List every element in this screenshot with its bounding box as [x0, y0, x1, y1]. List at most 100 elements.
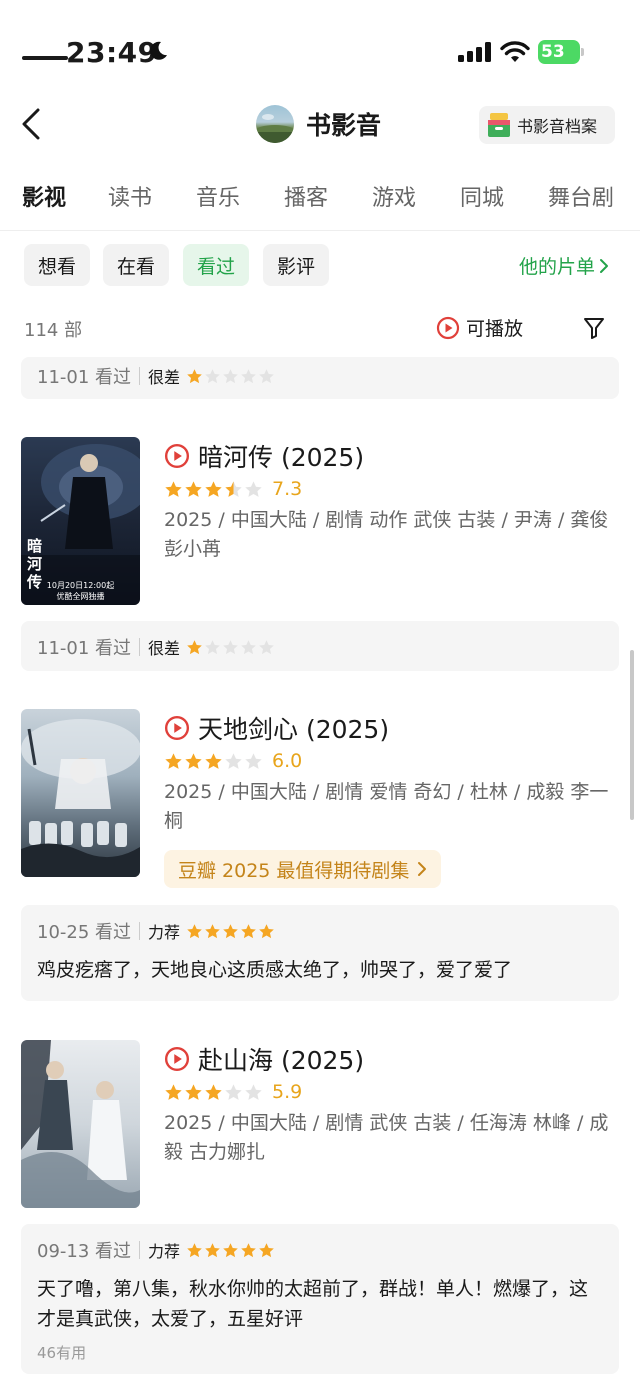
- review-box: 10-25 看过 力荐 鸡皮疙瘩了，天地良心这质感太绝了，帅哭了，爱了爱了: [21, 905, 619, 1001]
- review-header: 11-01 看过 很差: [37, 634, 276, 660]
- review-date: 09-13 看过: [37, 1241, 132, 1262]
- status-bar: 23:49 53: [0, 0, 640, 100]
- playable-filter[interactable]: 可播放: [436, 314, 523, 341]
- star-empty-icon: [205, 368, 220, 383]
- play-circle-icon: [436, 316, 460, 339]
- play-circle-icon: [164, 443, 190, 469]
- tab-books[interactable]: 读书: [108, 180, 152, 212]
- archive-box-icon: [488, 113, 510, 137]
- rating-score: 5.9: [272, 1081, 303, 1103]
- archive-button[interactable]: 书影音档案: [479, 106, 615, 144]
- star-filled-icon: [187, 639, 202, 654]
- review-header: 10-25 看过 力荐: [37, 918, 276, 944]
- review-level: 力荐: [148, 923, 181, 942]
- movie-meta: 2025 / 中国大陆 / 剧情 爱情 奇幻 / 杜林 / 成毅 李一桐: [164, 781, 609, 832]
- archive-label: 书影音档案: [517, 117, 598, 136]
- star-empty-icon: [245, 480, 262, 497]
- category-tabs: 影视 读书 音乐 播客 游戏 同城 舞台剧: [0, 170, 640, 230]
- movie-title-text: 天地剑心 (2025): [198, 715, 390, 744]
- star-empty-icon: [245, 752, 262, 769]
- review-stars: [186, 368, 276, 385]
- star-empty-icon: [223, 639, 238, 654]
- review-stars: [186, 923, 276, 940]
- star-filled-icon: [205, 752, 222, 769]
- star-filled-icon: [185, 480, 202, 497]
- review-box: 11-01 看过 很差: [21, 621, 619, 671]
- movie-rating: 5.9: [164, 1081, 302, 1103]
- movie-poster[interactable]: [21, 1040, 140, 1208]
- star-empty-icon: [223, 368, 238, 383]
- movie-title[interactable]: 天地剑心 (2025): [164, 710, 389, 746]
- his-list-label: 他的片单: [519, 256, 596, 278]
- review-header: 11-01 看过 很差: [37, 363, 276, 389]
- divider: [0, 230, 640, 231]
- movie-rating: 6.0: [164, 750, 302, 772]
- his-list-link[interactable]: 他的片单: [519, 252, 609, 279]
- back-arrow-icon[interactable]: [18, 106, 46, 142]
- review-level: 很差: [148, 639, 181, 658]
- star-empty-icon: [225, 752, 242, 769]
- signal-icon: [458, 42, 491, 62]
- page-title: 书影音: [306, 111, 382, 140]
- moon-icon: [150, 41, 167, 60]
- movie-title[interactable]: 赴山海 (2025): [164, 1041, 364, 1077]
- scrollbar[interactable]: [630, 650, 634, 820]
- star-filled-icon: [187, 923, 202, 938]
- review-stars: [186, 1242, 276, 1259]
- movie-title-text: 暗河传 (2025): [198, 443, 365, 472]
- movie-title-text: 赴山海 (2025): [198, 1046, 365, 1075]
- rating-stars: [164, 480, 264, 499]
- chip-watched[interactable]: 看过: [183, 244, 249, 286]
- movie-poster[interactable]: 暗河传 10月20日12:00起 优酷全网独播: [21, 437, 140, 605]
- movie-meta: 2025 / 中国大陆 / 剧情 武侠 古装 / 任海涛 林峰 / 成毅 古力娜…: [164, 1112, 609, 1163]
- movie-title[interactable]: 暗河传 (2025): [164, 438, 364, 474]
- review-stars: [186, 639, 276, 656]
- battery-icon: 53: [538, 40, 584, 64]
- star-filled-icon: [241, 923, 256, 938]
- star-filled-icon: [165, 1083, 182, 1100]
- tab-podcasts[interactable]: 播客: [284, 180, 328, 212]
- rating-stars: [164, 752, 264, 771]
- tab-stage-plays[interactable]: 舞台剧: [548, 180, 614, 212]
- tab-games[interactable]: 游戏: [372, 180, 416, 212]
- star-empty-icon: [241, 368, 256, 383]
- star-filled-icon: [185, 1083, 202, 1100]
- tab-local-events[interactable]: 同城: [460, 180, 504, 212]
- wifi-icon: [500, 41, 530, 62]
- playable-label: 可播放: [466, 318, 524, 340]
- review-box: 09-13 看过 力荐 天了噜，第八集，秋水你帅的太超前了，群战！单人！燃爆了，…: [21, 1224, 619, 1374]
- star-filled-icon: [223, 1242, 238, 1257]
- battery-percent: 53: [541, 42, 565, 62]
- rating-stars: [164, 1083, 264, 1102]
- review-text: 天了噜，第八集，秋水你帅的太超前了，群战！单人！燃爆了，这才是真武侠，太爱了，五…: [37, 1278, 589, 1330]
- star-filled-icon: [185, 752, 202, 769]
- review-date: 10-25 看过: [37, 922, 132, 943]
- chevron-right-icon: [600, 258, 609, 273]
- review-level: 力荐: [148, 1242, 181, 1261]
- ranking-badge[interactable]: 豆瓣 2025 最值得期待剧集: [164, 850, 442, 888]
- profile-title[interactable]: 书影音: [256, 104, 381, 144]
- rating-score: 6.0: [272, 750, 303, 772]
- avatar[interactable]: [256, 105, 294, 143]
- review-date: 11-01 看过: [37, 638, 132, 659]
- star-empty-icon: [225, 1083, 242, 1100]
- status-time: 23:49: [66, 36, 158, 69]
- star-filled-icon: [259, 923, 274, 938]
- chip-watching[interactable]: 在看: [103, 244, 169, 286]
- star-filled-icon: [205, 1242, 220, 1257]
- star-filled-icon: [241, 1242, 256, 1257]
- movie-meta: 2025 / 中国大陆 / 剧情 动作 武侠 古装 / 尹涛 / 龚俊 彭小苒: [164, 509, 609, 560]
- chip-want-to-watch[interactable]: 想看: [24, 244, 90, 286]
- poster-caption: 10月20日12:00起 优酷全网独播: [46, 581, 115, 601]
- star-empty-icon: [259, 368, 274, 383]
- movie-rating: 7.3: [164, 478, 302, 500]
- tab-music[interactable]: 音乐: [196, 180, 240, 212]
- play-circle-icon: [164, 715, 190, 741]
- chip-reviews[interactable]: 影评: [263, 244, 329, 286]
- rating-score: 7.3: [272, 478, 303, 500]
- tab-movies[interactable]: 影视: [22, 180, 66, 212]
- movie-poster[interactable]: [21, 709, 140, 877]
- chevron-right-icon: [418, 862, 427, 876]
- useful-count[interactable]: 46有用: [37, 1342, 86, 1363]
- filter-funnel-icon[interactable]: [582, 316, 606, 340]
